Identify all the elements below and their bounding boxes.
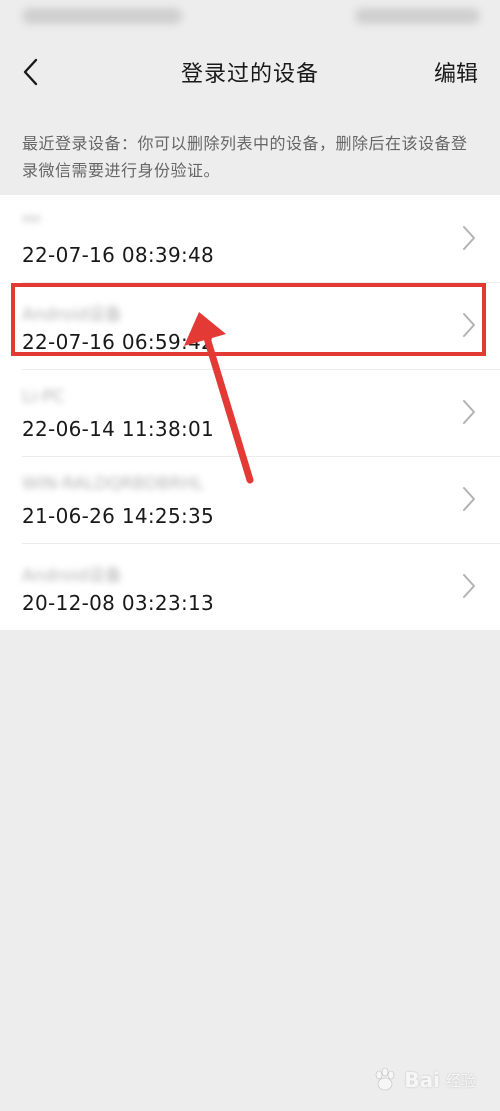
edit-button[interactable]: 编辑 [434,56,478,88]
device-item[interactable]: Android设备 20-12-08 03:23:13 [0,543,500,630]
status-left-blurred [22,8,182,24]
watermark-sub-text: 经验 [445,1071,476,1090]
chevron-right-icon [463,313,475,337]
device-name: Li-PC [22,387,65,407]
status-bar [0,0,500,40]
status-right-blurred [355,8,480,24]
nav-bar: 登录过的设备 编辑 [0,40,500,104]
device-item[interactable]: Li-PC 22-06-14 11:38:01 [0,369,500,456]
device-name: Android设备 [22,566,122,586]
baidu-watermark: Bai 经验 [372,1067,476,1093]
device-login-time: 21-06-26 14:25:35 [22,504,215,528]
paw-icon [376,1067,395,1091]
watermark-logo-text: Bai [404,1068,440,1092]
device-name: WIN-RALDQRBDBRHL [22,474,204,494]
device-login-time: 20-12-08 03:23:13 [22,591,215,615]
page-title: 登录过的设备 [180,62,319,87]
device-item[interactable]: WIN-RALDQRBDBRHL 21-06-26 14:25:35 [0,456,500,543]
device-login-time: 22-07-16 08:39:48 [22,243,215,267]
device-login-time: 22-06-14 11:38:01 [22,417,215,441]
device-item[interactable]: ᴹᴹ 22-07-16 08:39:48 [0,195,500,282]
chevron-right-icon [463,226,475,250]
chevron-right-icon [463,400,475,424]
chevron-right-icon [463,487,475,511]
device-item-highlighted[interactable]: Android设备 22-07-16 06:59:42 [0,282,500,369]
device-list: ᴹᴹ 22-07-16 08:39:48 Android设备 22-07-16 … [0,195,500,630]
hint-text: 最近登录设备：你可以删除列表中的设备，删除后在该设备登录微信需要进行身份验证。 [22,134,468,180]
device-login-time: 22-07-16 06:59:42 [22,330,215,354]
device-name: Android设备 [22,305,122,325]
chevron-right-icon [463,574,475,598]
device-name: ᴹᴹ [22,213,41,233]
